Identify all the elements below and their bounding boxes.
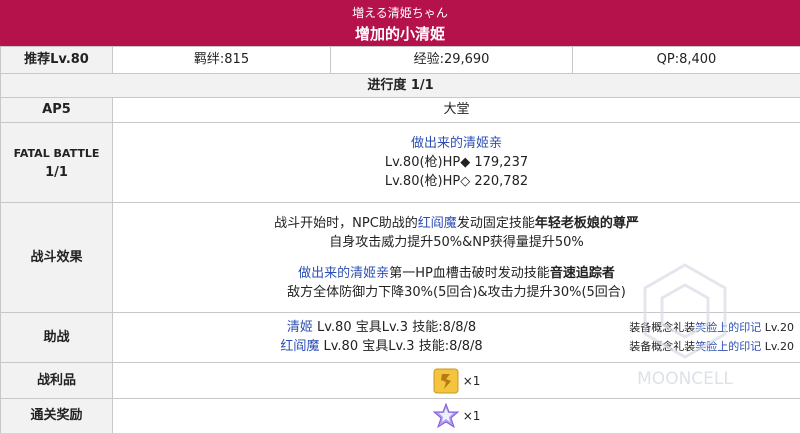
effects-row: 战斗效果 战斗开始时，NPC助战的红阎魔发动固定技能年轻老板娘的尊严 自身攻击威… — [0, 202, 800, 313]
craft-essence-link[interactable]: 笑脸上的印记 — [695, 321, 761, 334]
support-servant-link[interactable]: 清姬 — [287, 320, 313, 335]
drops-row: 战利品 ×1 — [0, 362, 800, 399]
quest-table: 推荐Lv.80 羁绊:815 经验:29,690 QP:8,400 进行度 1/… — [0, 46, 800, 433]
recommend-level: 推荐Lv.80 — [0, 46, 113, 74]
ap-row: AP5 大堂 — [0, 97, 800, 123]
effect-line-4: 敌方全体防御力下降30%(5回合)&攻击力提升30%(5回合) — [287, 284, 626, 300]
ce-level: Lv.20 — [761, 321, 794, 335]
enemy-link[interactable]: 做出来的清姬亲 — [298, 266, 389, 281]
drops-cell: ×1 — [112, 362, 800, 399]
quest-title-cn: 增加的小清姫 — [354, 25, 445, 43]
stats-row: 推荐Lv.80 羁绊:815 经验:29,690 QP:8,400 — [0, 46, 800, 74]
enemy-cell: 做出来的清姬亲 Lv.80(枪)HP◆ 179,237 Lv.80(枪)HP◇ … — [112, 122, 800, 203]
effects-cell: 战斗开始时，NPC助战的红阎魔发动固定技能年轻老板娘的尊严 自身攻击威力提升50… — [112, 202, 800, 313]
effect-text: 第一HP血槽击破时发动技能 — [389, 265, 550, 281]
support-servant-info: Lv.80 宝具Lv.3 技能:8/8/8 — [312, 320, 477, 336]
battle-label: FATAL BATTLE 1/1 — [0, 122, 113, 203]
enemy-hp-2: Lv.80(枪)HP◇ 220,782 — [384, 174, 529, 189]
support-servant-info: Lv.80 宝具Lv.3 技能:8/8/8 — [319, 339, 483, 355]
battle-row: FATAL BATTLE 1/1 做出来的清姬亲 Lv.80(枪)HP◆ 179… — [0, 122, 800, 203]
effect-text: 战斗开始时，NPC助战的 — [274, 215, 418, 231]
effect-line-2: 自身攻击威力提升50%&NP获得量提升50% — [329, 234, 584, 250]
qp-value: QP:8,400 — [572, 46, 800, 74]
ce-label: 装备概念礼装 — [629, 321, 696, 335]
gold-monument-icon[interactable] — [433, 368, 459, 394]
progress-text: 进行度 1/1 — [0, 73, 800, 98]
quest-title-jp: 増える清姫ちゃん — [352, 6, 448, 20]
exp-value: 经验:29,690 — [330, 46, 573, 74]
support-row: 助战 清姬 Lv.80 宝具Lv.3 技能:8/8/8 装备概念礼装笑脸上的印记… — [0, 312, 800, 363]
effect-line-3: 做出来的清姬亲第一HP血槽击破时发动技能音速追踪者 — [113, 264, 800, 283]
quest-header: 増える清姫ちゃん 增加的小清姫 — [0, 0, 800, 46]
ap-cost: AP5 — [0, 97, 113, 123]
progress-row: 进行度 1/1 — [0, 73, 800, 98]
quest-location: 大堂 — [112, 97, 800, 123]
effect-line-1: 战斗开始时，NPC助战的红阎魔发动固定技能年轻老板娘的尊严 — [113, 214, 800, 233]
reward-cell: ×1 — [112, 398, 800, 433]
enemy-hp-1: Lv.80(枪)HP◆ 179,237 — [384, 155, 529, 170]
reward-label: 通关奖励 — [0, 398, 113, 433]
bond-value: 羁绊:815 — [112, 46, 331, 74]
battle-count: 1/1 — [45, 164, 68, 180]
ce-level: Lv.20 — [761, 340, 794, 354]
fatal-battle-label: FATAL BATTLE — [13, 146, 100, 160]
reward-row: 通关奖励 ×1 — [0, 398, 800, 433]
support-servant-link[interactable]: 红阎魔 — [280, 339, 319, 354]
drops-label: 战利品 — [0, 362, 113, 399]
rainbow-star-quartz-icon[interactable] — [432, 402, 459, 429]
effect-text: 发动固定技能 — [456, 215, 535, 231]
enemy-name-link[interactable]: 做出来的清姬亲 — [113, 134, 800, 153]
ce-label: 装备概念礼装 — [629, 340, 696, 354]
support-cell: 清姬 Lv.80 宝具Lv.3 技能:8/8/8 装备概念礼装笑脸上的印记 Lv… — [112, 312, 800, 363]
skill-name: 音速追踪者 — [549, 265, 615, 281]
craft-essence-link[interactable]: 笑脸上的印记 — [695, 340, 761, 353]
skill-name: 年轻老板娘的尊严 — [534, 215, 639, 231]
support-entry: 红阎魔 Lv.80 宝具Lv.3 技能:8/8/8 装备概念礼装笑脸上的印记 L… — [113, 338, 800, 357]
support-entry: 清姬 Lv.80 宝具Lv.3 技能:8/8/8 装备概念礼装笑脸上的印记 Lv… — [113, 319, 800, 338]
drop-count: ×1 — [462, 373, 481, 388]
support-label: 助战 — [0, 312, 113, 363]
npc-servant-link[interactable]: 红阎魔 — [418, 216, 457, 231]
reward-count: ×1 — [462, 408, 481, 423]
effects-label: 战斗效果 — [0, 202, 113, 313]
